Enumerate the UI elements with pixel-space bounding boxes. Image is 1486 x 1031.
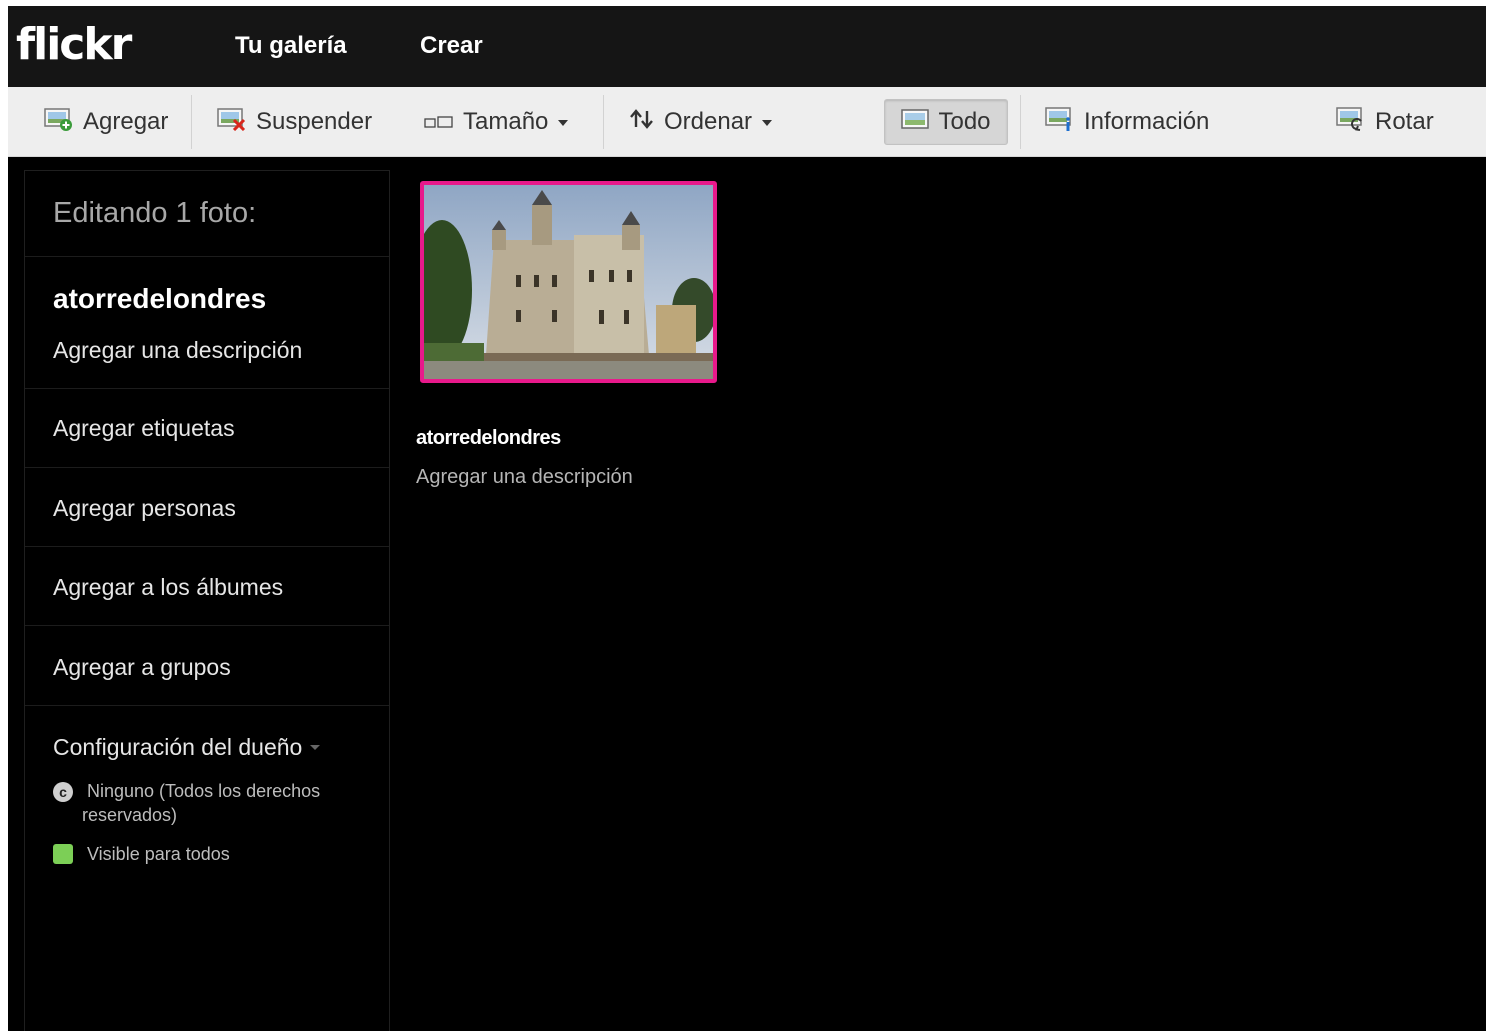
add-to-groups-link[interactable]: Agregar a grupos	[53, 654, 231, 681]
nav-create[interactable]: Crear	[420, 32, 483, 60]
photo-caption-description[interactable]: Agregar una descripción	[416, 466, 633, 489]
sidebar-title-row	[25, 257, 389, 389]
nav-your-gallery[interactable]: Tu galería	[235, 32, 347, 60]
info-label: Información	[1084, 108, 1210, 135]
info-button[interactable]: Información	[1045, 101, 1209, 143]
tower-of-london-photo	[424, 185, 713, 379]
add-photo-icon	[44, 107, 74, 138]
visibility-badge-icon	[53, 844, 73, 864]
size-label: Tamaño	[463, 108, 549, 135]
toolbar-separator	[1020, 95, 1021, 149]
add-to-albums-link[interactable]: Agregar a los álbumes	[53, 574, 283, 601]
sidebar-row-tags: Agregar etiquetas	[25, 389, 389, 468]
toolbar-separator	[603, 95, 604, 149]
add-description-link[interactable]: Agregar una descripción	[53, 337, 302, 364]
photo-caption-title[interactable]: atorredelondres	[416, 427, 561, 450]
add-label: Agregar	[83, 108, 169, 135]
photo-frame-icon	[901, 108, 930, 137]
suspend-label: Suspender	[256, 108, 373, 135]
remove-photo-icon	[217, 107, 247, 138]
add-button[interactable]: Agregar	[44, 101, 168, 143]
sidebar-row-groups: Agregar a grupos	[25, 626, 389, 706]
chevron-down-icon	[310, 745, 321, 750]
license-line-2: reservados)	[82, 805, 178, 825]
sort-label: Ordenar	[664, 108, 753, 135]
chevron-down-icon	[762, 120, 773, 126]
chevron-down-icon	[558, 120, 569, 126]
sidebar-row-people: Agregar personas	[25, 468, 389, 547]
toolbar-separator	[191, 95, 192, 149]
sidebar-header-row: Editando 1 foto:	[25, 171, 389, 257]
sidebar-row-albums: Agregar a los álbumes	[25, 547, 389, 626]
editing-count-heading: Editando 1 foto:	[53, 197, 257, 229]
flickr-logo[interactable]: flickr	[16, 20, 132, 70]
photo-info-icon	[1045, 106, 1075, 139]
edit-toolbar: Agregar Suspender Tamaño Ordenar Todo In…	[8, 87, 1486, 157]
all-label: Todo	[938, 108, 991, 135]
size-icon	[424, 108, 454, 136]
rotate-icon	[1336, 106, 1366, 139]
photo-thumbnail[interactable]	[420, 181, 717, 383]
photo-title-field[interactable]: atorredelondres	[53, 283, 266, 315]
rotate-label: Rotar	[1375, 108, 1434, 135]
top-navigation: flickr Tu galería Crear	[8, 6, 1486, 87]
copyright-icon: c	[53, 782, 73, 802]
organizr-app: flickr Tu galería Crear Agregar Suspende…	[8, 6, 1486, 1031]
owner-settings-label: Configuración del dueño	[53, 734, 303, 760]
visibility-setting[interactable]: Visible para todos	[53, 842, 353, 866]
suspend-button[interactable]: Suspender	[217, 101, 372, 143]
rotate-button[interactable]: Rotar	[1336, 101, 1434, 143]
sort-dropdown[interactable]: Ordenar	[629, 101, 773, 143]
owner-settings-toggle[interactable]: Configuración del dueño	[53, 734, 321, 761]
add-tags-link[interactable]: Agregar etiquetas	[53, 415, 235, 442]
batch-edit-sidebar: Editando 1 foto: atorredelondres Agregar…	[24, 170, 390, 1031]
all-button[interactable]: Todo	[884, 99, 1008, 145]
add-people-link[interactable]: Agregar personas	[53, 495, 236, 522]
sort-arrows-icon	[629, 108, 655, 136]
license-line-1: Ninguno (Todos los derechos	[87, 781, 321, 801]
visibility-label: Visible para todos	[87, 844, 230, 864]
size-dropdown[interactable]: Tamaño	[424, 101, 569, 143]
